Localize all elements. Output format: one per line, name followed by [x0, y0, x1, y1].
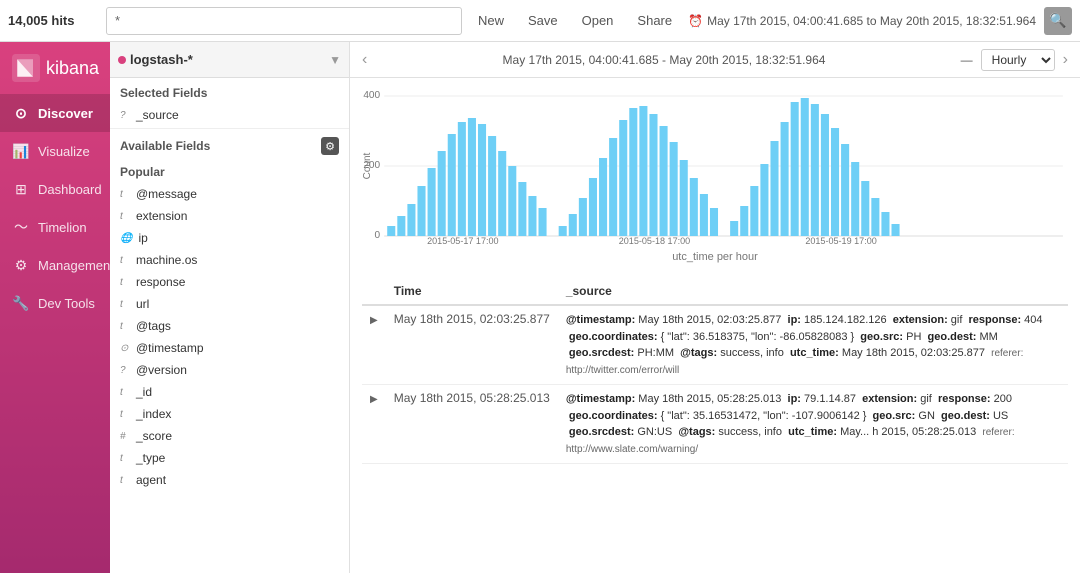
query-input[interactable]	[106, 7, 462, 35]
time-nav-prev-icon[interactable]: ‹	[362, 51, 367, 69]
management-icon: ⚙	[12, 256, 30, 274]
field-item-extension[interactable]: t extension	[110, 205, 349, 227]
table-header-source: _source	[558, 278, 1068, 305]
field-item-type[interactable]: t _type	[110, 447, 349, 469]
field-item-version[interactable]: ? @version	[110, 359, 349, 381]
open-button[interactable]: Open	[574, 9, 622, 32]
selected-fields-title: Selected Fields	[110, 78, 349, 104]
svg-text:2015-05-19 17:00: 2015-05-19 17:00	[805, 236, 876, 246]
share-button[interactable]: Share	[629, 9, 680, 32]
sidebar-item-timelion-label: Timelion	[38, 220, 87, 235]
row-expand-icon[interactable]: ▶	[370, 394, 378, 405]
table-row: ▶ May 18th 2015, 05:28:25.013 @timestamp…	[362, 385, 1068, 464]
histogram-x-label: utc_time per hour	[362, 251, 1068, 263]
sidebar-item-devtools-label: Dev Tools	[38, 296, 95, 311]
index-pattern-chevron-icon: ▼	[329, 53, 341, 67]
save-button[interactable]: Save	[520, 9, 566, 32]
field-item-ip[interactable]: 🌐 ip	[110, 227, 349, 249]
index-pattern-bar[interactable]: logstash-* ▼	[110, 42, 349, 78]
sidebar-item-devtools[interactable]: 🔧 Dev Tools	[0, 284, 110, 322]
kibana-logo-icon	[12, 54, 40, 82]
time-nav-next-icon[interactable]: ›	[1063, 51, 1068, 69]
table-header-expand	[362, 278, 386, 305]
available-fields-title: Available Fields	[120, 139, 210, 153]
sidebar-item-dashboard-label: Dashboard	[38, 182, 102, 197]
svg-text:400: 400	[363, 90, 380, 101]
sidebar-item-discover[interactable]: ⊙ Discover	[0, 94, 110, 132]
visualize-icon: 📊	[12, 142, 30, 160]
sidebar-item-management-label: Management	[38, 258, 114, 273]
content-area: ‹ May 17th 2015, 04:00:41.685 - May 20th…	[350, 42, 1080, 573]
field-item-score[interactable]: # _score	[110, 425, 349, 447]
field-item-url[interactable]: t url	[110, 293, 349, 315]
hits-count: 14,005 hits	[8, 13, 98, 28]
sidebar-item-visualize-label: Visualize	[38, 144, 90, 159]
field-settings-button[interactable]: ⚙	[321, 137, 339, 155]
doc-source-2: @timestamp: May 18th 2015, 05:28:25.013 …	[558, 385, 1068, 464]
search-icon: 🔍	[1049, 12, 1066, 29]
index-pattern-dot	[118, 56, 126, 64]
time-bar: ‹ May 17th 2015, 04:00:41.685 - May 20th…	[350, 42, 1080, 78]
document-table: Time _source ▶ May 18th 2015, 02:03:25.8…	[362, 278, 1068, 464]
side-navigation: kibana ⊙ Discover 📊 Visualize ⊞ Dashboar…	[0, 42, 110, 573]
field-item-tags[interactable]: t @tags	[110, 315, 349, 337]
sidebar-item-timelion[interactable]: 〜 Timelion	[0, 208, 110, 246]
clock-icon: ⏰	[688, 14, 703, 28]
time-range-display: May 17th 2015, 04:00:41.685 - May 20th 2…	[375, 53, 952, 67]
sidebar-item-discover-label: Discover	[38, 106, 93, 121]
histogram-area: 400 200 0	[350, 78, 1080, 278]
dashboard-icon: ⊞	[12, 180, 30, 198]
doc-source-1: @timestamp: May 18th 2015, 02:03:25.877 …	[558, 305, 1068, 385]
devtools-icon: 🔧	[12, 294, 30, 312]
table-header-time: Time	[386, 278, 558, 305]
available-fields-header: Available Fields ⚙	[110, 131, 349, 157]
histogram-chart: 400 200 0	[362, 86, 1068, 246]
table-row: ▶ May 18th 2015, 02:03:25.877 @timestamp…	[362, 305, 1068, 385]
logo: kibana	[0, 42, 110, 94]
time-interval-select[interactable]: Hourly Daily Weekly Auto	[981, 49, 1055, 71]
field-item-response[interactable]: t response	[110, 271, 349, 293]
time-range-dash: —	[961, 53, 973, 67]
new-button[interactable]: New	[470, 9, 512, 32]
time-range-text: May 17th 2015, 04:00:41.685 to May 20th …	[707, 14, 1036, 28]
discover-icon: ⊙	[12, 104, 30, 122]
search-button[interactable]: 🔍	[1044, 7, 1072, 35]
field-divider	[110, 128, 349, 129]
sidebar-item-management[interactable]: ⚙ Management	[0, 246, 110, 284]
field-item-message[interactable]: t @message	[110, 183, 349, 205]
toolbar: 14,005 hits New Save Open Share ⏰ May 17…	[0, 0, 1080, 42]
doc-time-2: May 18th 2015, 05:28:25.013	[386, 385, 558, 464]
sidebar-item-visualize[interactable]: 📊 Visualize	[0, 132, 110, 170]
kibana-logo-text: kibana	[46, 58, 99, 79]
row-expand-icon[interactable]: ▶	[370, 315, 378, 326]
sidebar-item-dashboard[interactable]: ⊞ Dashboard	[0, 170, 110, 208]
field-panel: logstash-* ▼ Selected Fields ? _source A…	[110, 42, 350, 573]
popular-fields-title: Popular	[110, 157, 349, 183]
timelion-icon: 〜	[12, 218, 30, 236]
field-item-source[interactable]: ? _source	[110, 104, 349, 126]
svg-text:Count: Count	[362, 152, 373, 179]
svg-text:0: 0	[375, 230, 381, 241]
field-item-index[interactable]: t _index	[110, 403, 349, 425]
svg-text:2015-05-17 17:00: 2015-05-17 17:00	[427, 236, 498, 246]
document-table-area: Time _source ▶ May 18th 2015, 02:03:25.8…	[350, 278, 1080, 573]
field-item-timestamp[interactable]: ⊙ @timestamp	[110, 337, 349, 359]
field-item-agent[interactable]: t agent	[110, 469, 349, 491]
doc-time-1: May 18th 2015, 02:03:25.877	[386, 305, 558, 385]
main-layout: kibana ⊙ Discover 📊 Visualize ⊞ Dashboar…	[0, 42, 1080, 573]
index-pattern-name: logstash-*	[130, 52, 193, 67]
time-range-display[interactable]: ⏰ May 17th 2015, 04:00:41.685 to May 20t…	[688, 14, 1036, 28]
svg-text:2015-05-18 17:00: 2015-05-18 17:00	[619, 236, 690, 246]
field-item-machine-os[interactable]: t machine.os	[110, 249, 349, 271]
field-item-id[interactable]: t _id	[110, 381, 349, 403]
